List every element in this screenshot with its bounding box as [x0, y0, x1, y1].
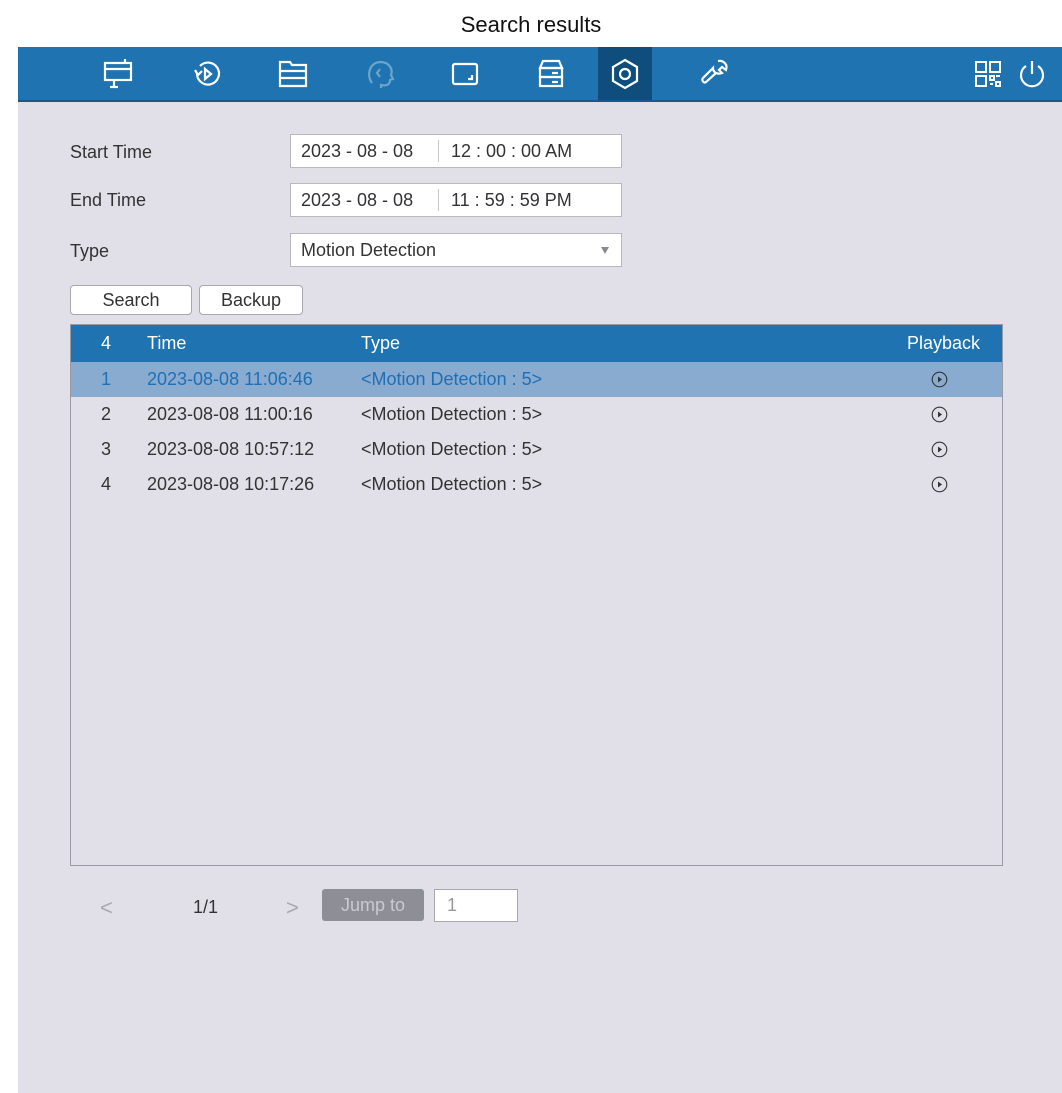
table-row[interactable]: 2 2023-08-08 11:00:16 <Motion Detection : … — [71, 397, 1002, 432]
row-index: 2 — [101, 404, 112, 424]
nav-playback[interactable] — [180, 47, 234, 100]
play-circle-icon[interactable] — [931, 441, 948, 458]
header-count: 4 — [101, 333, 112, 353]
row-time: 2023-08-08 11:00:16 — [147, 404, 313, 424]
camera-icon — [451, 62, 479, 85]
nav-ai[interactable] — [353, 47, 407, 100]
page-caption: Search results — [460, 12, 602, 37]
row-index: 4 — [101, 474, 112, 494]
header-type: Type — [361, 333, 401, 353]
play-circle-icon[interactable] — [931, 476, 948, 493]
next-page-button[interactable]: > — [286, 895, 299, 921]
play-circle-icon[interactable] — [931, 406, 948, 423]
dvr-app: Start Time 2023 - 08 - 08 12 : 00 : 00 A… — [18, 47, 1062, 1093]
nav-camera[interactable] — [438, 47, 492, 100]
maintenance-icon — [701, 59, 728, 84]
live-view-icon — [103, 58, 133, 88]
storage-icon — [538, 59, 564, 87]
row-type: <Motion Detection : 5> — [361, 474, 543, 494]
nav-settings[interactable] — [598, 47, 652, 100]
row-type: <Motion Detection : 5> — [361, 404, 543, 424]
start-date-value[interactable]: 2023 - 08 - 08 — [291, 140, 439, 162]
header-time: Time — [147, 333, 187, 353]
type-select[interactable]: Motion Detection — [290, 233, 622, 267]
prev-page-button[interactable]: < — [100, 895, 113, 921]
row-type: <Motion Detection : 5> — [361, 439, 543, 459]
play-circle-icon[interactable] — [931, 371, 948, 388]
power-icon — [1019, 60, 1045, 87]
playback-icon — [194, 60, 221, 86]
row-time: 2023-08-08 10:57:12 — [147, 439, 315, 459]
type-select-value: Motion Detection — [301, 240, 437, 260]
page-indicator: 1/1 — [193, 897, 219, 917]
jump-to-button[interactable]: Jump to — [322, 889, 424, 921]
jump-page-input[interactable]: 1 — [434, 889, 518, 922]
pagination: < 1/1 > Jump to 1 — [18, 889, 618, 923]
row-time: 2023-08-08 11:06:46 — [147, 369, 313, 389]
type-label: Type — [70, 241, 110, 261]
table-row[interactable]: 3 2023-08-08 10:57:12 <Motion Detection : … — [71, 432, 1002, 467]
row-index: 3 — [101, 439, 112, 459]
end-time-label: End Time — [70, 190, 147, 210]
ai-icon — [368, 60, 395, 88]
nav-power[interactable] — [1012, 47, 1052, 100]
backup-button[interactable]: Backup — [199, 285, 303, 315]
nav-maintenance[interactable] — [688, 47, 742, 100]
start-time-field[interactable]: 2023 - 08 - 08 12 : 00 : 00 AM — [290, 134, 622, 168]
settings-icon — [611, 58, 639, 89]
nav-storage[interactable] — [524, 47, 578, 100]
search-button[interactable]: Search — [70, 285, 192, 315]
nav-file-management[interactable] — [266, 47, 320, 100]
table-row[interactable]: 1 2023-08-08 11:06:46 <Motion Detection : … — [71, 362, 1002, 397]
qr-code-icon — [975, 60, 1001, 87]
results-table-body: 1 2023-08-08 11:06:46 <Motion Detection : … — [71, 362, 1002, 502]
dropdown-arrow-icon — [601, 247, 609, 254]
start-time-label: Start Time — [70, 142, 153, 162]
file-management-icon — [278, 60, 308, 87]
row-index: 1 — [101, 369, 112, 389]
end-date-value[interactable]: 2023 - 08 - 08 — [291, 189, 439, 211]
start-time-value[interactable]: 12 : 00 : 00 AM — [439, 141, 572, 162]
results-table-header: 4 Time Type Playback — [71, 325, 1002, 362]
nav-qr-code[interactable] — [968, 47, 1008, 100]
row-time: 2023-08-08 10:17:26 — [147, 474, 315, 494]
end-time-field[interactable]: 2023 - 08 - 08 11 : 59 : 59 PM — [290, 183, 622, 217]
nav-live-view[interactable] — [91, 47, 145, 100]
header-playback: Playback — [906, 333, 980, 353]
table-row[interactable]: 4 2023-08-08 10:17:26 <Motion Detection : … — [71, 467, 1002, 502]
end-time-value[interactable]: 11 : 59 : 59 PM — [439, 190, 572, 211]
top-navigation-bar — [18, 47, 1062, 102]
row-type: <Motion Detection : 5> — [361, 369, 543, 389]
results-table: 4 Time Type Playback 1 2023-08-08 11:06:4… — [70, 324, 1003, 866]
